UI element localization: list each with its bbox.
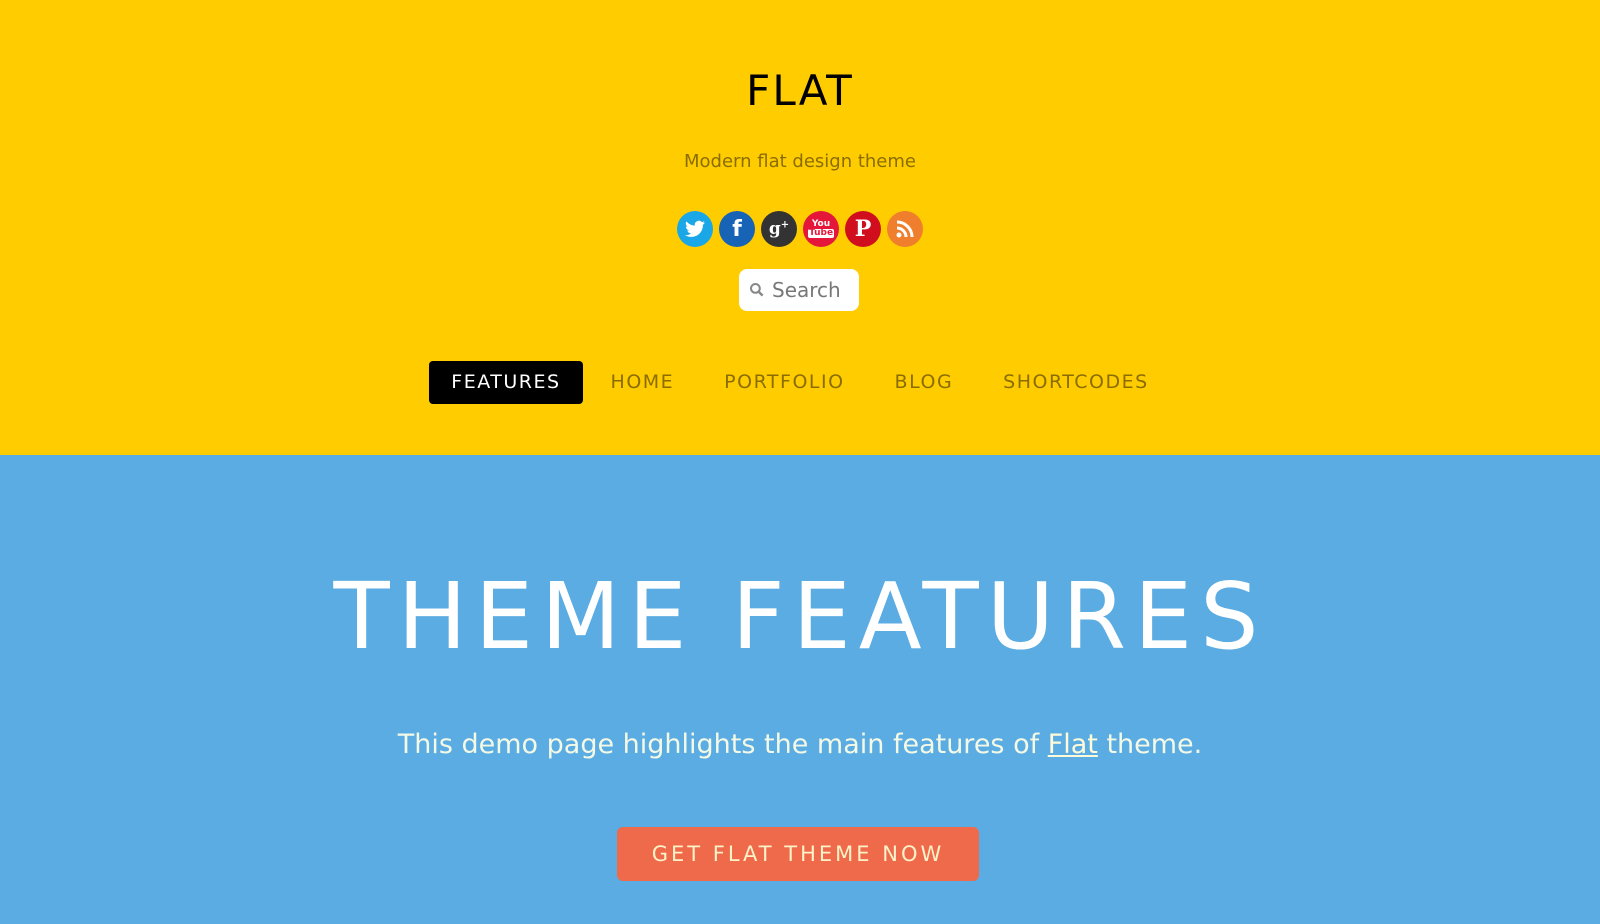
search-input[interactable] [770, 277, 859, 303]
nav-item-blog[interactable]: BLOG [873, 361, 976, 404]
rss-icon[interactable] [887, 211, 923, 247]
google-plus-icon[interactable]: g+ [761, 211, 797, 247]
hero-section: THEME FEATURES This demo page highlights… [0, 455, 1600, 924]
site-tagline: Modern flat design theme [684, 151, 916, 172]
get-theme-button[interactable]: GET FLAT THEME NOW [617, 827, 979, 881]
pinterest-icon[interactable]: P [845, 211, 881, 247]
main-nav: FEATURES HOME PORTFOLIO BLOG SHORTCODES [0, 361, 1600, 404]
youtube-icon[interactable]: You Tube [803, 211, 839, 247]
twitter-icon[interactable] [677, 211, 713, 247]
intro-text-end: theme. [1097, 729, 1203, 760]
nav-item-portfolio[interactable]: PORTFOLIO [702, 361, 866, 404]
intro-text: This demo page highlights the main featu… [397, 729, 1048, 760]
nav-item-features[interactable]: FEATURES [429, 361, 583, 404]
hero-intro: This demo page highlights the main featu… [0, 729, 1600, 760]
flat-link[interactable]: Flat [1048, 729, 1098, 760]
search-box [739, 269, 859, 311]
social-links: f g+ You Tube P [0, 211, 1600, 247]
search-icon [750, 283, 764, 297]
facebook-icon[interactable]: f [719, 211, 755, 247]
nav-item-home[interactable]: HOME [589, 361, 697, 404]
site-title[interactable]: FLAT [0, 66, 1600, 115]
page-title: THEME FEATURES [333, 563, 1267, 670]
nav-item-shortcodes[interactable]: SHORTCODES [981, 361, 1171, 404]
site-header: FLAT Modern flat design theme f g+ You Tu… [0, 0, 1600, 455]
